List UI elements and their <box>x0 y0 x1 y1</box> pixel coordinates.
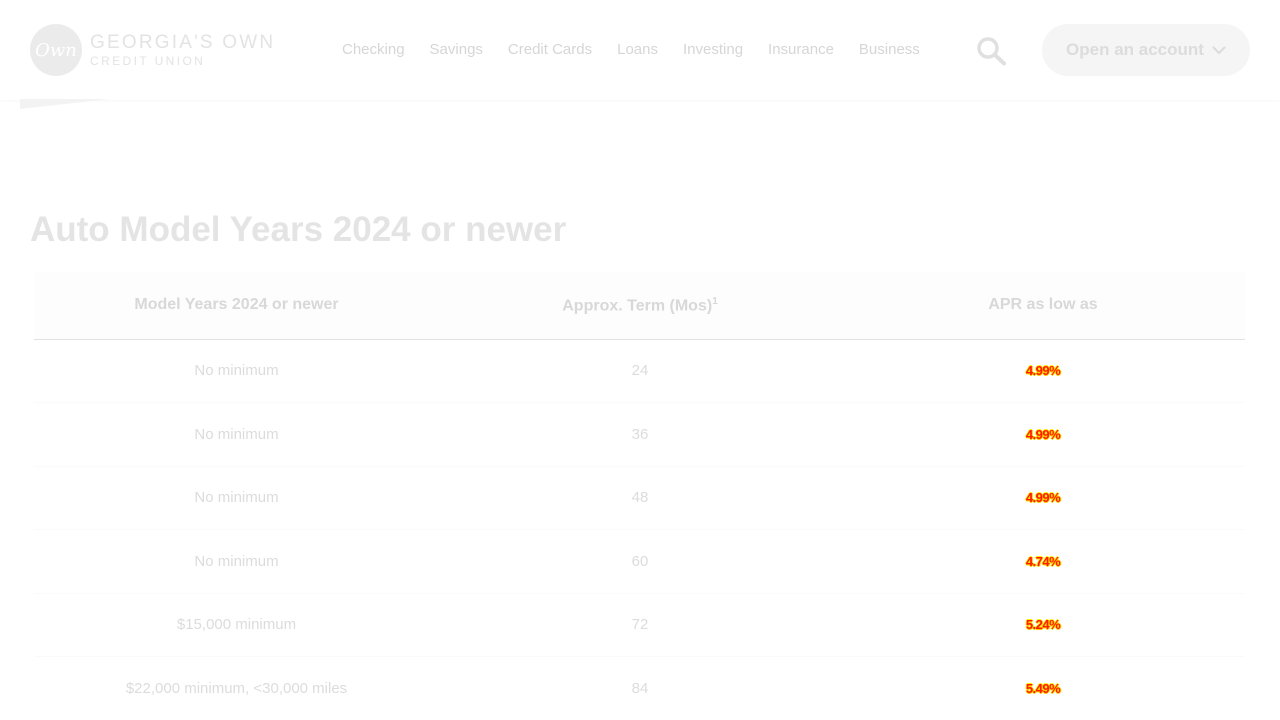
term-cell: 60 <box>631 552 649 570</box>
logo-wordmark: GEORGIA'S OWN CREDIT UNION <box>90 33 275 67</box>
table-header-row: Model Years 2024 or newer Approx. Term (… <box>34 272 1245 339</box>
table-row: No minimum 60 4.74% <box>34 530 1245 594</box>
requirement-cell: No minimum <box>194 489 279 507</box>
nav-investing[interactable]: Investing <box>683 40 743 60</box>
apr-cell: 5.24% <box>841 593 1245 657</box>
column-header-term: Approx. Term (Mos)1 <box>562 295 718 314</box>
main-nav: Checking Savings Credit Cards Loans Inve… <box>342 40 920 60</box>
requirement-cell: $15,000 minimum <box>176 616 297 634</box>
term-cell: 48 <box>631 489 649 507</box>
requirement-cell: No minimum <box>194 552 279 570</box>
requirement-cell: $22,000 minimum, <30,000 miles <box>125 679 348 697</box>
apr-cell: 4.99% <box>841 403 1245 467</box>
apr-value: 4.99% <box>1025 490 1061 506</box>
term-cell: 36 <box>631 425 649 443</box>
column-header-apr: APR as low as <box>988 296 1098 314</box>
apr-value: 5.24% <box>1025 617 1061 633</box>
apr-cell: 4.74% <box>841 530 1245 594</box>
nav-credit-cards[interactable]: Credit Cards <box>508 40 592 60</box>
nav-checking[interactable]: Checking <box>342 40 405 60</box>
table-row: $15,000 minimum 72 5.24% <box>34 593 1245 657</box>
table-row: $22,000 minimum, <30,000 miles 84 5.49% <box>34 657 1245 720</box>
nav-loans[interactable]: Loans <box>617 40 658 60</box>
term-cell: 24 <box>631 362 649 380</box>
term-cell: 72 <box>631 616 649 634</box>
apr-value: 4.99% <box>1025 363 1061 379</box>
apr-value: 5.49% <box>1025 680 1061 696</box>
logo-mark: Own <box>30 24 82 76</box>
apr-cell: 4.99% <box>841 466 1245 530</box>
rates-table: Model Years 2024 or newer Approx. Term (… <box>34 272 1245 720</box>
nav-savings[interactable]: Savings <box>430 40 483 60</box>
footnote-marker[interactable]: 1 <box>712 296 718 307</box>
open-account-button[interactable]: Open an account <box>1042 24 1250 76</box>
header-accent-shape <box>20 99 110 109</box>
apr-cell: 5.49% <box>841 657 1245 720</box>
table-row: No minimum 36 4.99% <box>34 403 1245 467</box>
open-account-label: Open an account <box>1066 40 1204 59</box>
table-row: No minimum 24 4.99% <box>34 339 1245 403</box>
logo[interactable]: Own GEORGIA'S OWN CREDIT UNION <box>30 24 275 76</box>
nav-insurance[interactable]: Insurance <box>768 40 834 60</box>
apr-value: 4.74% <box>1025 553 1061 569</box>
table-row: No minimum 48 4.99% <box>34 466 1245 530</box>
logo-line2: CREDIT UNION <box>90 54 206 68</box>
nav-business[interactable]: Business <box>859 40 920 60</box>
term-cell: 84 <box>631 679 649 697</box>
site-header: Own GEORGIA'S OWN CREDIT UNION Checking … <box>0 0 1280 100</box>
requirement-cell: No minimum <box>194 362 279 380</box>
requirement-cell: No minimum <box>194 425 279 443</box>
search-icon[interactable] <box>976 36 1008 66</box>
column-header-model-years: Model Years 2024 or newer <box>134 296 339 314</box>
chevron-down-icon <box>1212 45 1226 55</box>
logo-line1: GEORGIA'S OWN <box>90 32 276 53</box>
page-title: Auto Model Years 2024 or newer <box>30 210 567 249</box>
apr-value: 4.99% <box>1025 426 1061 442</box>
apr-cell: 4.99% <box>841 339 1245 403</box>
